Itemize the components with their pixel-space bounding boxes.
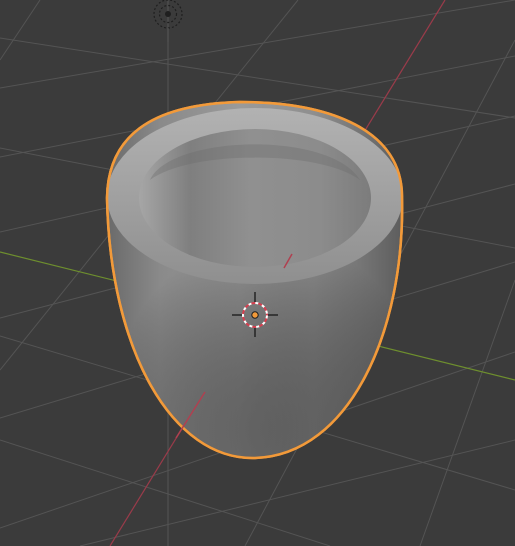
object-origin-icon[interactable] (251, 311, 259, 319)
cup-object[interactable] (105, 100, 404, 460)
viewport-canvas[interactable] (0, 0, 515, 546)
3d-viewport[interactable] (0, 0, 515, 546)
